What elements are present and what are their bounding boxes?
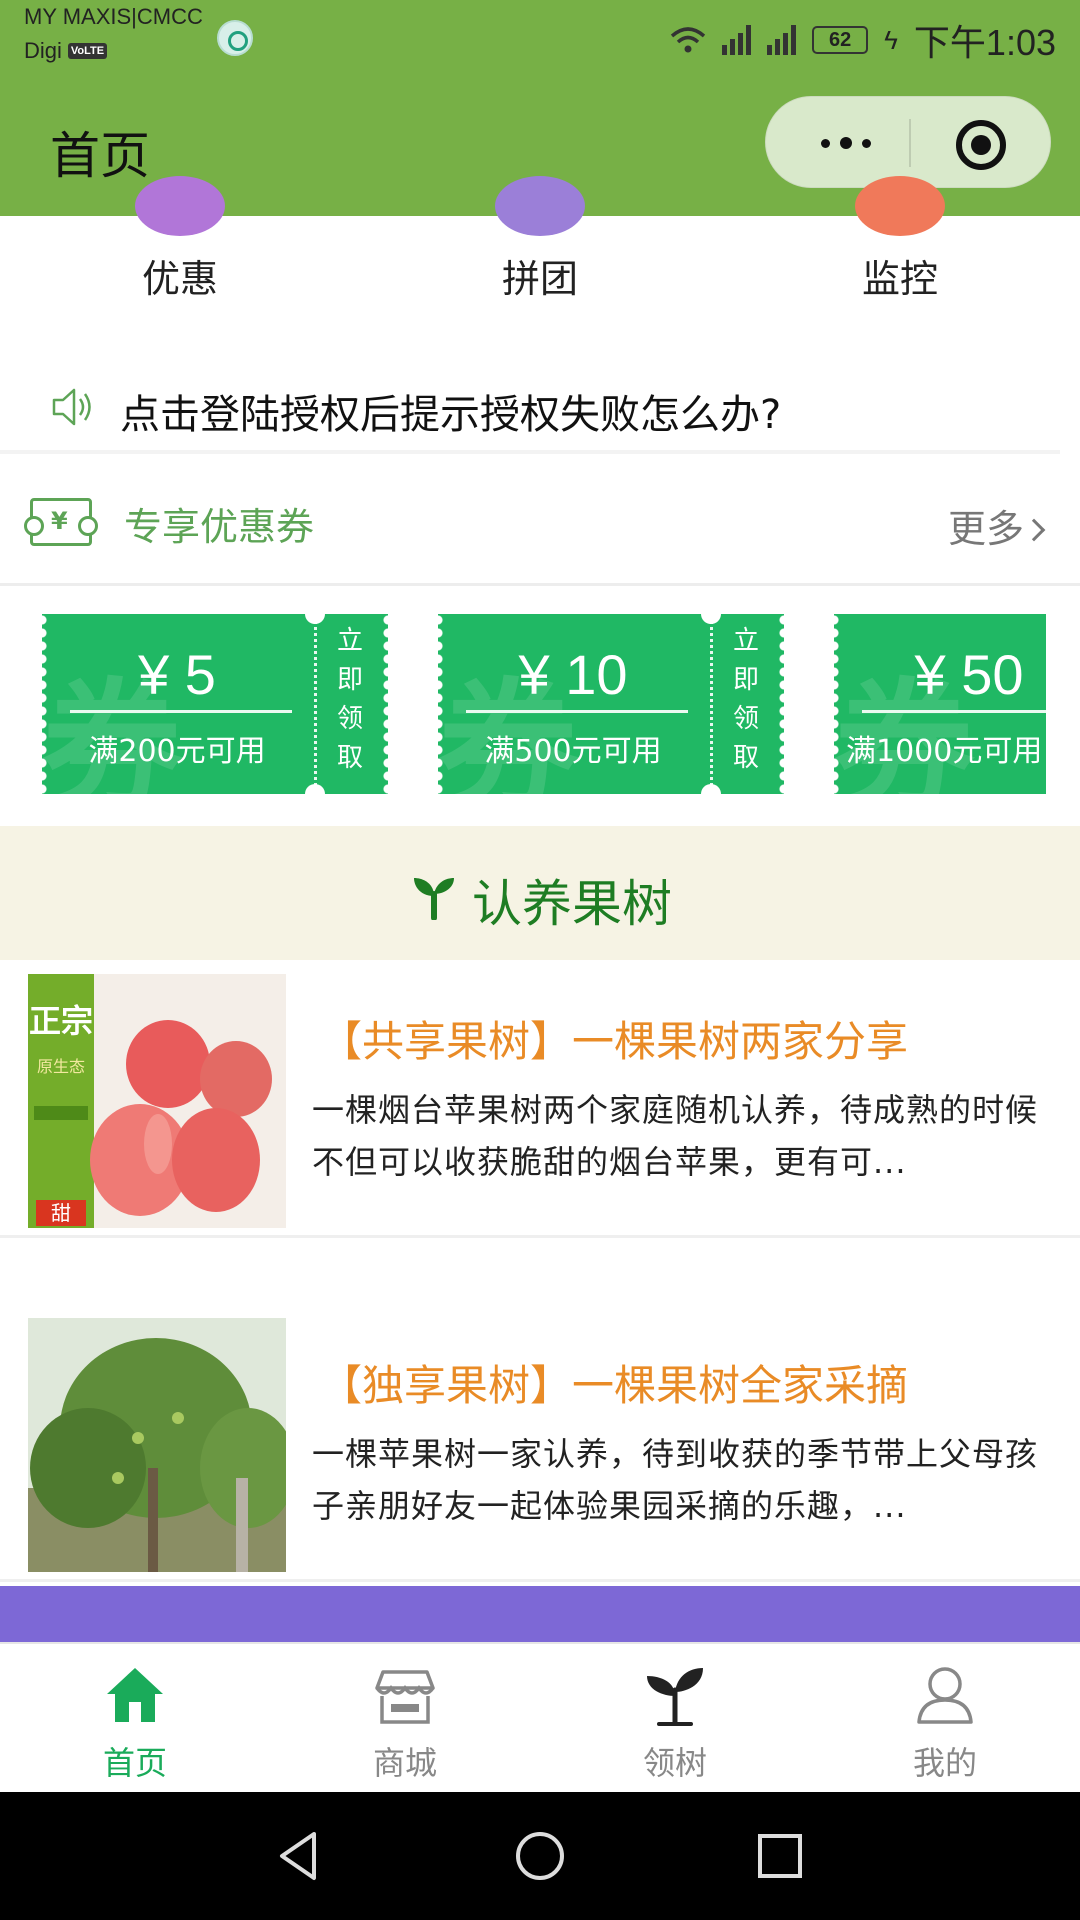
adopt-section-title: 认养果树	[472, 875, 672, 933]
product-item[interactable]: 正宗 原生态 甜 【共享果树】一棵果树两家分享 一棵烟台苹果树两个家庭随机认养，…	[0, 960, 1080, 1238]
coupon-condition: 满200元可用	[88, 734, 266, 769]
speaker-icon	[52, 388, 91, 426]
wifi-icon	[671, 27, 706, 53]
adopt-section-header: 认养果树	[0, 826, 1080, 960]
more-icon[interactable]	[806, 129, 886, 157]
tab-label: 我的	[912, 1744, 977, 1782]
status-bar: MY MAXIS|CMCC Digi VoLTE 62 ϟ 下午1:03	[0, 0, 1080, 76]
category-label: 监控	[861, 257, 938, 301]
more-label: 更多	[947, 507, 1024, 551]
category-monitor[interactable]: 监控	[800, 176, 1000, 336]
category-label: 拼团	[501, 257, 578, 301]
coupon-divider	[862, 710, 1046, 713]
signal-icon-2	[767, 25, 797, 55]
product-image: 正宗 原生态 甜	[28, 974, 286, 1228]
ticket-symbol: ¥	[51, 507, 68, 535]
home-circle-icon[interactable]	[512, 1828, 568, 1884]
status-icons: 62 ϟ 下午1:03	[670, 14, 1056, 66]
tab-mall[interactable]: 商城	[270, 1644, 540, 1794]
tab-tree[interactable]: 领树	[540, 1644, 810, 1794]
battery-level: 62	[829, 29, 852, 51]
coupon-section-title: 专享优惠券	[124, 505, 315, 549]
coupon-condition: 满1000元可用	[846, 734, 1043, 769]
back-icon[interactable]	[272, 1828, 328, 1884]
category-group-buy[interactable]: 拼团	[440, 176, 640, 336]
claim-coupon-button[interactable]: 立即领取	[728, 622, 764, 778]
carrier-label: Digi	[24, 38, 62, 63]
tab-home[interactable]: 首页	[0, 1644, 270, 1794]
battery-icon: 62	[812, 26, 869, 54]
tab-label: 首页	[102, 1744, 167, 1782]
coupon-card[interactable]: 券 ¥ 50 满1000元可用	[834, 614, 1046, 794]
coupon-condition: 满500元可用	[484, 734, 662, 769]
chevron-right-icon	[1022, 518, 1046, 542]
coupon-notch	[305, 784, 325, 794]
coupon-edge	[380, 614, 388, 794]
signal-icon	[722, 25, 752, 55]
coupon-section-header: ¥ 专享优惠券 更多	[0, 468, 1080, 586]
claim-coupon-button[interactable]: 立即领取	[332, 622, 368, 778]
tab-mine[interactable]: 我的	[810, 1644, 1080, 1794]
coupon-list: 券 ¥ 5 满200元可用 立即领取 券 ¥ 10 满500元可用 立即领取 券…	[0, 590, 1080, 826]
recents-icon[interactable]	[752, 1828, 808, 1884]
brand-subtext: 原生态	[37, 1057, 85, 1076]
carrier-name-secondary: Digi VoLTE	[24, 38, 108, 64]
monitor-icon	[855, 176, 945, 236]
tab-label: 领树	[642, 1744, 707, 1782]
system-navigation-bar	[0, 1792, 1080, 1920]
category-row: 优惠 拼团 监控	[0, 176, 1080, 336]
product-title: 【独享果树】一棵果树全家采摘	[320, 1361, 909, 1410]
notice-bar[interactable]: 点击登陆授权后提示授权失败怎么办?	[0, 360, 1060, 454]
discount-icon	[135, 176, 225, 236]
coupon-amount: ¥ 5	[138, 643, 216, 706]
orchard-photo	[28, 1318, 286, 1572]
carrier-name: MY MAXIS|CMCC	[24, 4, 203, 29]
product-title: 【共享果树】一棵果树两家分享	[320, 1017, 909, 1066]
capsule-divider	[909, 119, 911, 167]
banner-strip	[0, 1586, 1080, 1642]
close-target-icon[interactable]	[956, 120, 1006, 170]
coupon-notch	[701, 614, 721, 624]
coupon-edge	[776, 614, 784, 794]
brand-text: 正宗	[29, 1002, 93, 1040]
more-coupons-link[interactable]: 更多	[947, 498, 1046, 553]
coupon-divider	[70, 710, 292, 713]
category-discount[interactable]: 优惠	[80, 176, 280, 336]
china-mobile-icon	[217, 20, 253, 56]
category-label: 优惠	[141, 257, 218, 301]
group-buy-icon	[495, 176, 585, 236]
coupon-perforation	[710, 614, 713, 794]
coupon-notch	[305, 614, 325, 624]
volte-badge: VoLTE	[67, 43, 108, 59]
product-description: 一棵苹果树一家认养，待到收获的季节带上父母孩子亲朋好友一起体验果园采摘的乐趣，.…	[312, 1435, 1039, 1525]
product-image	[28, 1318, 286, 1572]
tab-label: 商城	[372, 1744, 437, 1782]
coupon-card[interactable]: 券 ¥ 5 满200元可用 立即领取	[42, 614, 388, 794]
charging-icon: ϟ	[884, 24, 898, 55]
product-item[interactable]: 【独享果树】一棵果树全家采摘 一棵苹果树一家认养，待到收获的季节带上父母孩子亲朋…	[0, 1304, 1080, 1582]
miniprogram-capsule	[765, 96, 1051, 188]
coupon-perforation	[314, 614, 317, 794]
coupon-amount: ¥ 50	[914, 643, 1024, 706]
sprout-icon	[414, 878, 454, 920]
home-icon	[107, 1668, 163, 1722]
clock: 下午1:03	[913, 22, 1056, 63]
store-icon	[375, 1670, 435, 1724]
page-title: 首页	[50, 127, 150, 185]
user-icon	[917, 1667, 973, 1724]
apple-photo: 正宗 原生态 甜	[28, 974, 286, 1228]
coupon-notch	[701, 784, 721, 794]
ticket-icon: ¥	[24, 498, 98, 546]
coupon-card[interactable]: 券 ¥ 10 满500元可用 立即领取	[438, 614, 784, 794]
notice-text: 点击登陆授权后提示授权失败怎么办?	[120, 392, 782, 438]
sweet-badge: 甜	[51, 1201, 71, 1225]
coupon-amount: ¥ 10	[518, 643, 628, 706]
coupon-divider	[466, 710, 688, 713]
seedling-icon	[647, 1668, 703, 1726]
tab-bar: 首页 商城 领树 我的	[0, 1642, 1080, 1792]
product-description: 一棵烟台苹果树两个家庭随机认养，待成熟的时候不但可以收获脆甜的烟台苹果，更有可.…	[312, 1091, 1039, 1181]
